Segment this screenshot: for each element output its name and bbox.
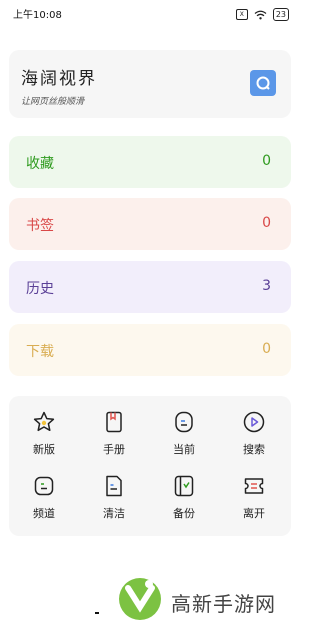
watermark-text: 高新手游网 xyxy=(171,592,276,616)
wifi-icon xyxy=(254,5,267,24)
bookmark-book-icon xyxy=(106,411,122,433)
ticket-exit-icon xyxy=(244,478,264,494)
downloads-label: 下载 xyxy=(26,344,54,360)
app-title: 海阔视界 xyxy=(21,69,97,89)
status-bar: 上午10:08 X 23 xyxy=(0,0,300,26)
downloads-count: 0 xyxy=(262,341,271,357)
clean-icon xyxy=(106,475,122,497)
grid-label: 离开 xyxy=(243,507,265,520)
current-page-icon xyxy=(175,411,193,433)
bookmarks-count: 0 xyxy=(262,215,271,231)
bookmarks-label: 书签 xyxy=(26,218,54,234)
grid-item-leave[interactable]: 离开 xyxy=(219,474,289,534)
history-count: 3 xyxy=(262,278,271,294)
grid-item-clean[interactable]: 清洁 xyxy=(79,474,149,534)
grid-label: 手册 xyxy=(103,443,125,456)
grid-label: 新版 xyxy=(33,443,55,456)
downloads-card[interactable]: 下载 0 xyxy=(9,324,291,376)
grid-item-search[interactable]: 搜索 xyxy=(219,410,289,470)
bottom-indicator xyxy=(95,612,99,614)
search-icon xyxy=(256,76,270,90)
channel-icon xyxy=(34,476,54,496)
status-time: 上午10:08 xyxy=(13,10,62,21)
grid-item-backup[interactable]: 备份 xyxy=(149,474,219,534)
grid-item-new-version[interactable]: 新版 xyxy=(9,410,79,470)
favorites-label: 收藏 xyxy=(26,156,54,172)
status-icons: X 23 xyxy=(235,5,289,24)
backup-icon xyxy=(174,475,194,497)
grid-label: 频道 xyxy=(33,507,55,520)
app-subtitle: 让网页丝般顺滑 xyxy=(21,97,85,107)
battery-indicator: 23 xyxy=(272,8,289,21)
app-screen: { "status_bar": { "time": "上午10:08", "si… xyxy=(0,0,300,624)
play-search-icon xyxy=(243,411,265,433)
grid-label: 备份 xyxy=(173,507,195,520)
grid-label: 当前 xyxy=(173,443,195,456)
favorites-card[interactable]: 收藏 0 xyxy=(9,136,291,188)
grid-label: 搜索 xyxy=(243,443,265,456)
grid-item-current[interactable]: 当前 xyxy=(149,410,219,470)
watermark: 高新手游网 xyxy=(115,572,295,622)
sim-icon: X xyxy=(235,9,248,20)
watermark-logo xyxy=(119,578,161,620)
favorites-count: 0 xyxy=(262,153,271,169)
grid-label: 清洁 xyxy=(103,507,125,520)
search-button[interactable] xyxy=(250,70,276,96)
history-card[interactable]: 历史 3 xyxy=(9,261,291,313)
grid-item-channel[interactable]: 频道 xyxy=(9,474,79,534)
history-label: 历史 xyxy=(26,281,54,297)
header-card: 海阔视界 让网页丝般顺滑 xyxy=(9,50,291,118)
bookmarks-card[interactable]: 书签 0 xyxy=(9,198,291,250)
star-icon xyxy=(33,411,55,432)
grid-item-manual[interactable]: 手册 xyxy=(79,410,149,470)
shortcut-grid: 新版 手册 当前 搜索 频道 清洁 备份 离开 xyxy=(9,396,291,536)
